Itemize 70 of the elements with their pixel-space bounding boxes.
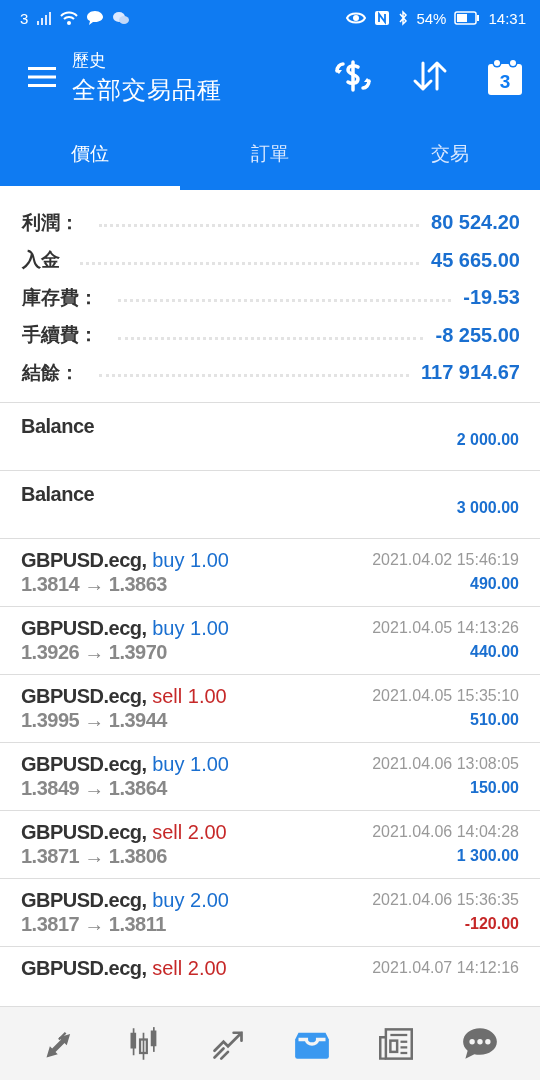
trade-symbol: GBPUSD.ecg, — [21, 752, 147, 775]
news-tab[interactable] — [377, 1025, 415, 1062]
trade-volume: sell 2.00 — [152, 820, 227, 843]
trade-time: 2021.04.02 15:46:19 — [372, 549, 519, 570]
deal-profit: 3 000.00 — [456, 497, 519, 517]
eye-icon — [346, 11, 367, 25]
trade-time: 2021.04.05 14:13:26 — [372, 617, 519, 638]
signal-icon — [36, 11, 53, 25]
summary-label: 利潤： — [22, 210, 79, 235]
deal-title: Balance — [21, 481, 95, 505]
deal-profit: 490.00 — [470, 573, 519, 593]
trade-prices: 1.3995 → 1.3944 — [21, 708, 169, 732]
summary-label: 庫存費： — [22, 285, 98, 310]
trade-symbol: GBPUSD.ecg, — [21, 616, 147, 639]
summary-value: 45 665.00 — [431, 248, 520, 272]
deal-profit: 2 000.00 — [456, 429, 519, 449]
bluetooth-icon — [398, 10, 409, 26]
sort-arrows-icon — [412, 59, 448, 92]
dollar-exchange-icon — [334, 58, 372, 93]
trade-symbol: GBPUSD.ecg, — [21, 820, 147, 843]
trade-volume: sell 2.00 — [152, 956, 227, 979]
deal-profit: 510.00 — [470, 709, 519, 729]
summary-value: 80 524.20 — [431, 211, 520, 235]
tab[interactable]: 交易 — [360, 118, 540, 190]
trade-symbol: GBPUSD.ecg, — [21, 684, 147, 707]
trade-volume: buy 1.00 — [152, 548, 229, 571]
chat-tab[interactable] — [461, 1025, 499, 1062]
trade-volume: buy 1.00 — [152, 752, 229, 775]
wifi-icon — [60, 11, 79, 25]
deal-profit: 1 300.00 — [456, 845, 519, 865]
trade-volume: buy 1.00 — [152, 616, 229, 639]
trade-prices: 1.3926 → 1.3970 — [21, 640, 168, 664]
trade-symbol: GBPUSD.ecg, — [21, 956, 147, 979]
trade-time: 2021.04.06 14:04:28 — [372, 821, 519, 842]
battery-icon — [454, 11, 481, 25]
trade-time: 2021.04.06 13:08:05 — [372, 753, 519, 774]
trade-volume: buy 2.00 — [152, 888, 229, 911]
carrier-label: 3 — [20, 9, 29, 27]
summary-label: 手續費： — [22, 323, 98, 348]
header-subtitle: 歷史 — [72, 49, 107, 72]
summary-label: 入金 — [22, 248, 60, 273]
trade-prices: 1.3814 → 1.3863 — [21, 572, 168, 596]
chat-bubble-icon — [86, 10, 105, 26]
trade-prices: 1.3849 → 1.3864 — [21, 776, 169, 800]
trade-time: 2021.04.07 14:12:16 — [372, 957, 519, 978]
deal-profit: 150.00 — [470, 777, 519, 797]
summary-value: 117 914.67 — [421, 361, 520, 385]
clock-time: 14:31 — [488, 9, 526, 27]
newspaper-icon — [377, 1025, 415, 1062]
messenger-icon — [112, 10, 131, 26]
summary-value: -19.53 — [463, 286, 520, 310]
menu-icon — [28, 66, 56, 88]
trade-symbol: GBPUSD.ecg, — [21, 888, 147, 911]
header-title: 全部交易品種 — [72, 74, 223, 105]
deal-profit: -120.00 — [464, 913, 519, 933]
trade-time: 2021.04.06 15:36:35 — [372, 889, 519, 910]
deal-profit: 440.00 — [470, 641, 519, 661]
trade-volume: sell 1.00 — [152, 684, 227, 707]
summary-value: -8 255.00 — [435, 323, 520, 347]
battery-percent: 54% — [416, 9, 447, 27]
trade-prices: 1.3817 → 1.3811 — [21, 912, 167, 936]
tab[interactable]: 價位 — [0, 118, 180, 190]
trade-time: 2021.04.05 15:35:10 — [372, 685, 519, 706]
tab[interactable]: 訂單 — [180, 118, 360, 190]
trade-prices: 1.3871 → 1.3806 — [21, 844, 168, 868]
summary-label: 結餘： — [22, 360, 79, 385]
deal-title: Balance — [21, 413, 95, 437]
chat-icon — [461, 1025, 499, 1062]
trade-symbol: GBPUSD.ecg, — [21, 548, 147, 571]
nfc-icon — [374, 10, 391, 26]
